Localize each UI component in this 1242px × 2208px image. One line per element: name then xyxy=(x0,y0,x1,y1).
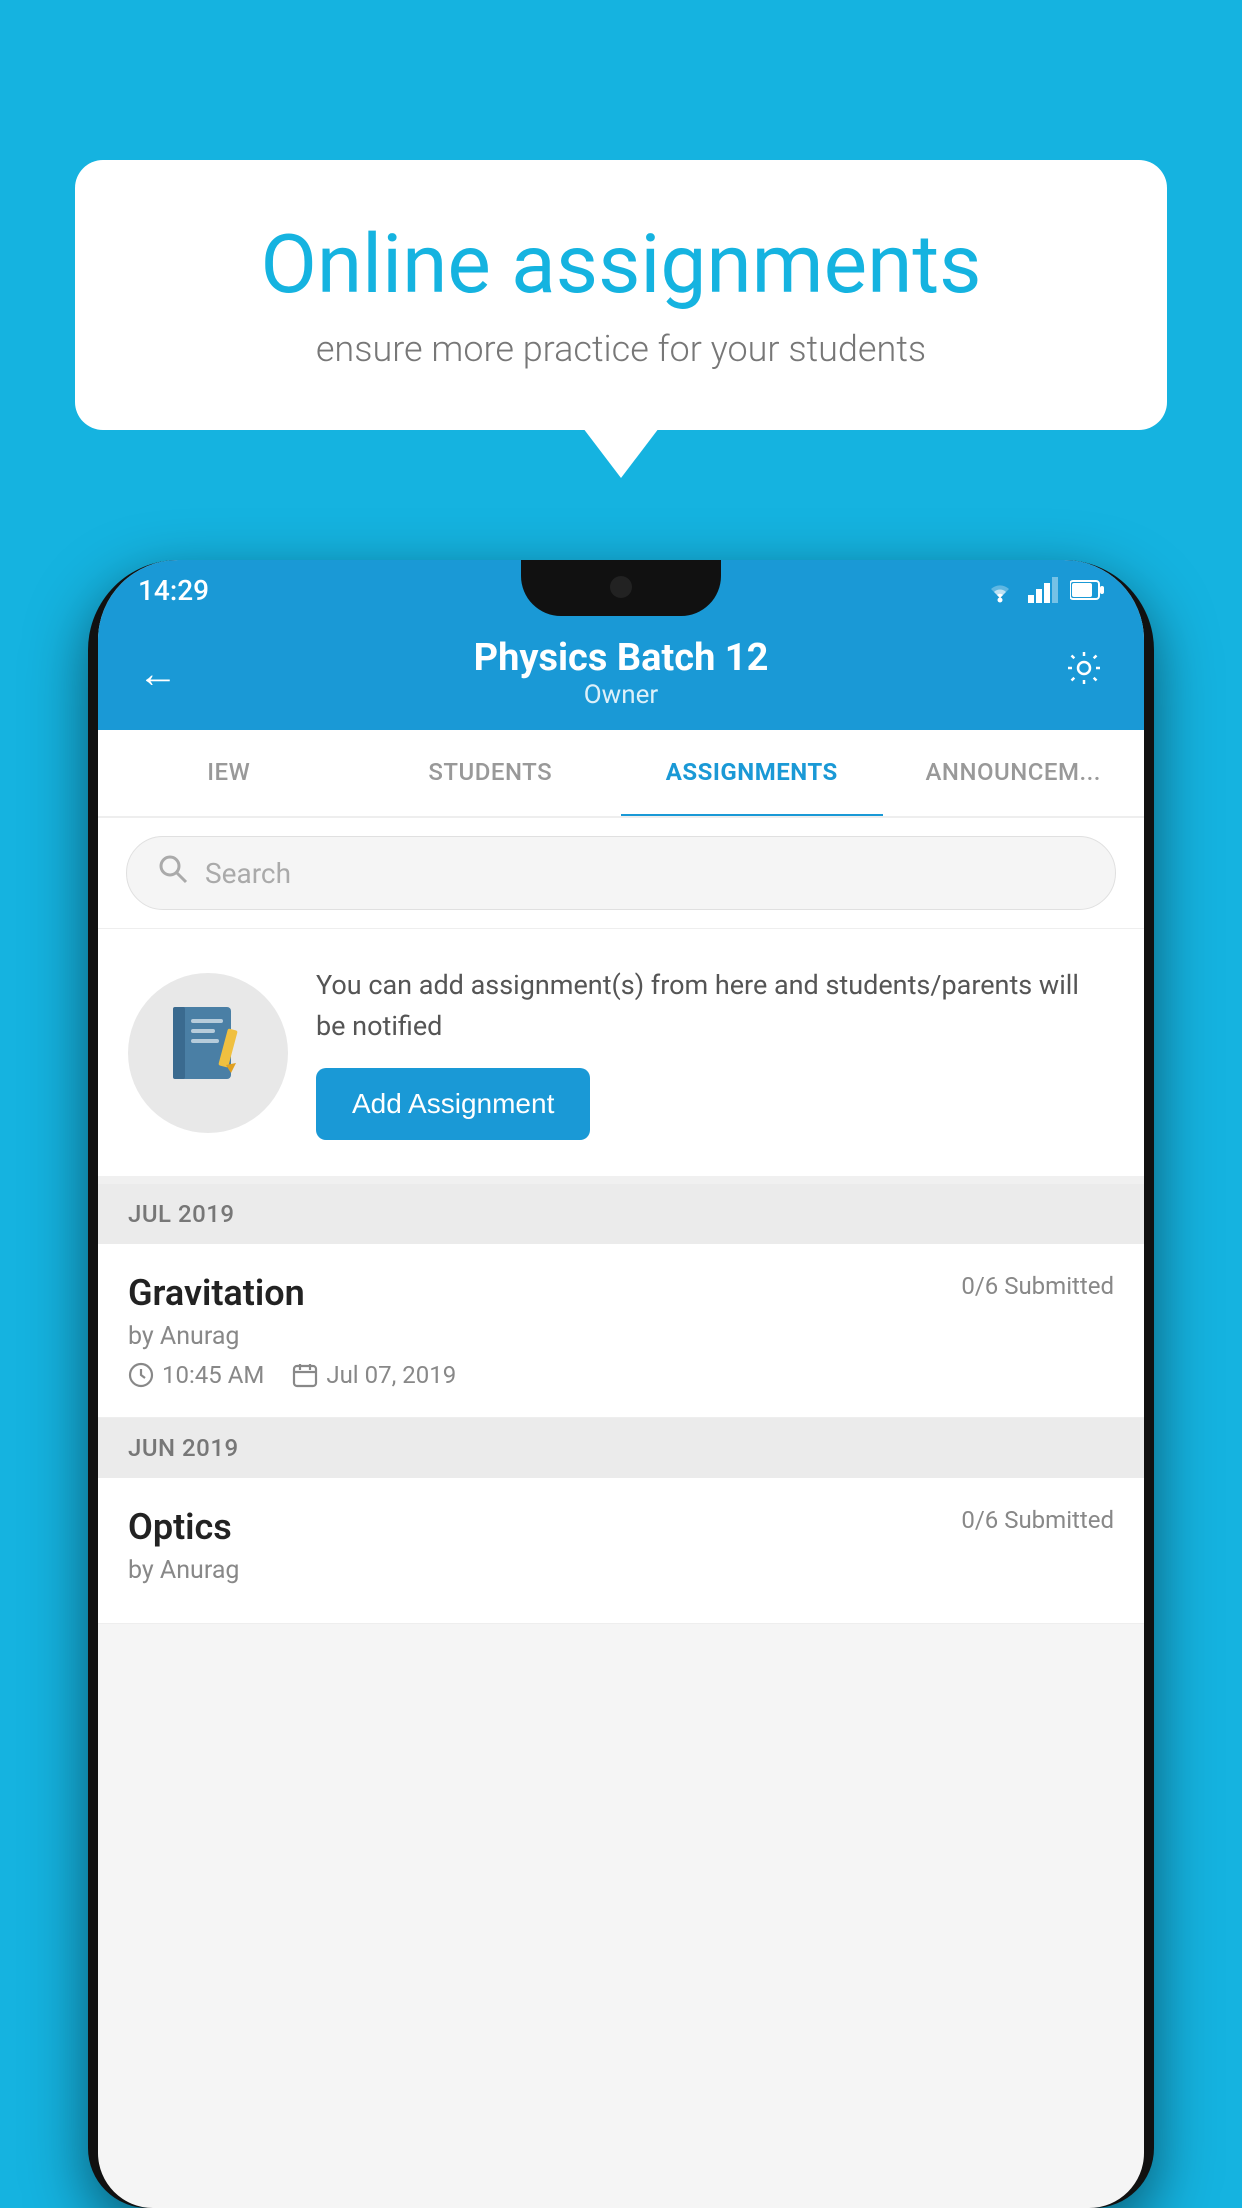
clock-icon xyxy=(128,1362,154,1388)
assignment-date: Jul 07, 2019 xyxy=(292,1361,456,1389)
promo-card: You can add assignment(s) from here and … xyxy=(98,929,1144,1184)
promo-text: You can add assignment(s) from here and … xyxy=(316,965,1114,1046)
search-container: Search xyxy=(98,818,1144,929)
tab-assignments[interactable]: ASSIGNMENTS xyxy=(621,730,883,818)
assignment-item-optics[interactable]: Optics 0/6 Submitted by Anurag xyxy=(98,1478,1144,1624)
status-icons xyxy=(984,576,1104,604)
phone-notch xyxy=(521,560,721,616)
assignment-submitted-optics: 0/6 Submitted xyxy=(961,1506,1114,1534)
signal-icon xyxy=(1028,577,1058,603)
assignment-submitted: 0/6 Submitted xyxy=(961,1272,1114,1300)
header-center: Physics Batch 12 Owner xyxy=(474,636,769,710)
search-icon xyxy=(157,853,189,893)
phone-frame: 14:29 xyxy=(88,560,1154,2208)
battery-icon xyxy=(1070,579,1104,601)
header-title: Physics Batch 12 xyxy=(474,636,769,680)
assignment-by-optics: by Anurag xyxy=(128,1556,1114,1585)
promo-content: You can add assignment(s) from here and … xyxy=(316,965,1114,1140)
assignment-meta: 10:45 AM Jul 07, 2019 xyxy=(128,1361,1114,1389)
status-time: 14:29 xyxy=(138,574,209,607)
promo-icon-circle xyxy=(128,973,288,1133)
search-placeholder: Search xyxy=(205,857,291,890)
wifi-icon xyxy=(984,576,1016,604)
tab-students[interactable]: STUDENTS xyxy=(360,730,622,816)
app-header: ← Physics Batch 12 Owner xyxy=(98,620,1144,730)
phone-screen: 14:29 xyxy=(98,560,1144,2208)
assignment-by: by Anurag xyxy=(128,1322,1114,1351)
add-assignment-button[interactable]: Add Assignment xyxy=(316,1068,590,1140)
assignment-name: Gravitation xyxy=(128,1272,305,1314)
notebook-icon xyxy=(163,999,253,1107)
assignment-top-optics: Optics 0/6 Submitted xyxy=(128,1506,1114,1548)
tabs-bar: IEW STUDENTS ASSIGNMENTS ANNOUNCEM... xyxy=(98,730,1144,818)
section-jul-2019: JUL 2019 xyxy=(98,1184,1144,1244)
section-jun-2019: JUN 2019 xyxy=(98,1418,1144,1478)
settings-button[interactable] xyxy=(1064,648,1104,698)
assignment-top: Gravitation 0/6 Submitted xyxy=(128,1272,1114,1314)
calendar-icon xyxy=(292,1362,318,1388)
assignment-item-gravitation[interactable]: Gravitation 0/6 Submitted by Anurag 10:4… xyxy=(98,1244,1144,1418)
back-button[interactable]: ← xyxy=(138,650,178,697)
bubble-title: Online assignments xyxy=(145,220,1097,310)
tab-iew[interactable]: IEW xyxy=(98,730,360,816)
speech-bubble: Online assignments ensure more practice … xyxy=(75,160,1167,430)
bubble-subtitle: ensure more practice for your students xyxy=(145,328,1097,370)
search-bar[interactable]: Search xyxy=(126,836,1116,910)
tab-announcements[interactable]: ANNOUNCEM... xyxy=(883,730,1145,816)
assignment-time: 10:45 AM xyxy=(128,1361,264,1389)
header-subtitle: Owner xyxy=(474,680,769,710)
assignment-name-optics: Optics xyxy=(128,1506,232,1548)
